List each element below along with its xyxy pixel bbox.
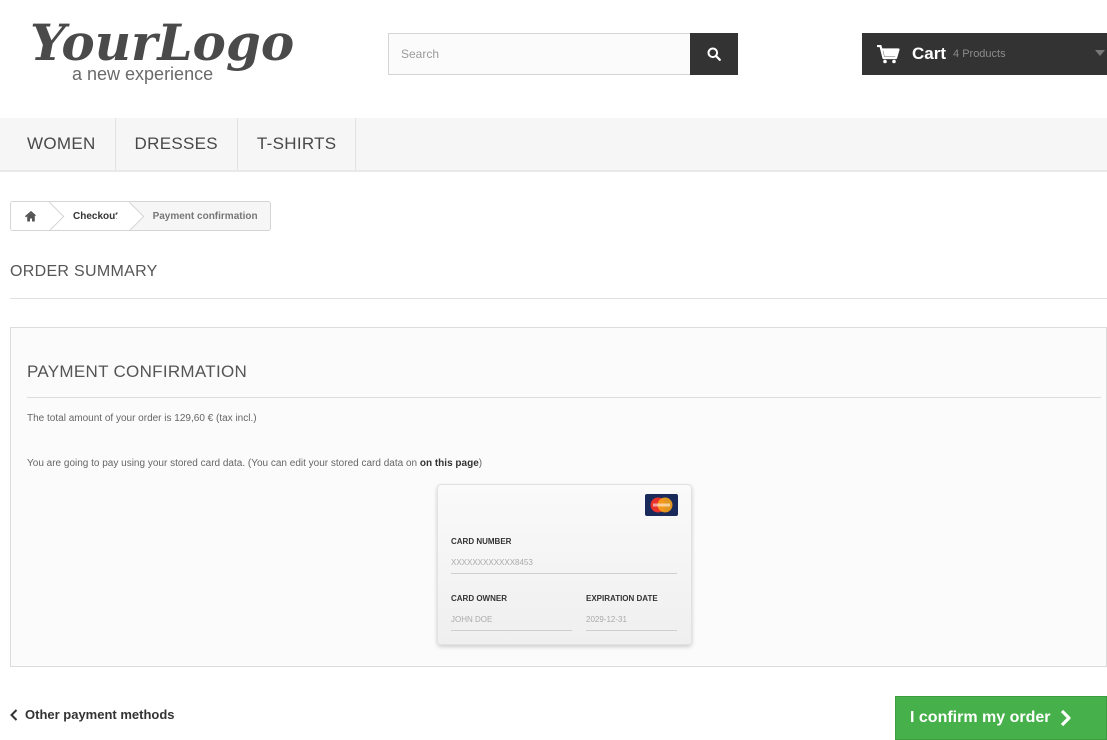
cart-label: Cart — [912, 44, 947, 63]
card-owner-underline — [451, 630, 572, 631]
search-bar — [388, 33, 738, 75]
logo-graphic: YourLogo a new experience — [30, 13, 294, 84]
breadcrumb-current: Payment confirmation — [130, 202, 270, 230]
card-number-value: XXXXXXXXXXXX8453 — [451, 558, 533, 567]
divider — [10, 298, 1107, 299]
page-title: ORDER SUMMARY — [10, 263, 158, 280]
card-number-underline — [451, 573, 677, 574]
nav-item-dresses[interactable]: DRESSES — [116, 118, 238, 170]
search-input[interactable] — [388, 33, 690, 75]
stored-card: CARD NUMBER XXXXXXXXXXXX8453 CARD OWNER … — [437, 484, 692, 645]
stored-card-text: You are going to pay using your stored c… — [27, 458, 482, 469]
logo-tagline: a new experience — [72, 64, 213, 84]
chevron-right-icon — [1061, 709, 1072, 727]
search-icon — [707, 47, 721, 61]
breadcrumb: Checkout Payment confirmation — [10, 201, 271, 231]
confirm-order-button[interactable]: I confirm my order — [895, 696, 1107, 740]
cart-count: 4 Products — [953, 48, 1006, 60]
cart-dropdown-caret-icon — [1095, 50, 1105, 56]
edit-card-link[interactable]: on this page — [420, 458, 479, 469]
other-payment-methods-label: Other payment methods — [25, 707, 175, 722]
card-number-label: CARD NUMBER — [451, 537, 512, 546]
panel-title: PAYMENT CONFIRMATION — [27, 362, 248, 381]
search-button[interactable] — [690, 33, 738, 75]
order-total-text: The total amount of your order is 129,60… — [27, 413, 257, 424]
stored-card-text-after: ) — [478, 458, 483, 469]
breadcrumb-checkout-label: Checkout — [73, 210, 119, 222]
breadcrumb-home[interactable] — [11, 202, 65, 230]
expiration-date-value: 2029-12-31 — [586, 615, 627, 624]
cart-button[interactable]: Cart 4 Products — [862, 33, 1107, 75]
expiration-date-label: EXPIRATION DATE — [586, 594, 658, 603]
card-owner-label: CARD OWNER — [451, 594, 507, 603]
mastercard-icon — [645, 494, 678, 516]
chevron-left-icon — [10, 708, 18, 721]
nav-item-women[interactable]: WOMEN — [0, 118, 116, 170]
stored-card-text-before: You are going to pay using your stored c… — [27, 458, 420, 469]
divider — [27, 397, 1101, 398]
shopping-cart-icon — [877, 44, 900, 63]
confirm-order-label: I confirm my order — [910, 709, 1051, 726]
card-owner-value: JOHN DOE — [451, 615, 493, 624]
expiration-date-underline — [586, 630, 677, 631]
main-nav: WOMEN DRESSES T-SHIRTS — [0, 118, 1107, 172]
payment-confirmation-panel: PAYMENT CONFIRMATION The total amount of… — [10, 327, 1107, 667]
other-payment-methods-link[interactable]: Other payment methods — [10, 707, 175, 722]
nav-item-t-shirts[interactable]: T-SHIRTS — [238, 118, 357, 170]
site-logo[interactable]: YourLogo a new experience — [28, 8, 318, 88]
